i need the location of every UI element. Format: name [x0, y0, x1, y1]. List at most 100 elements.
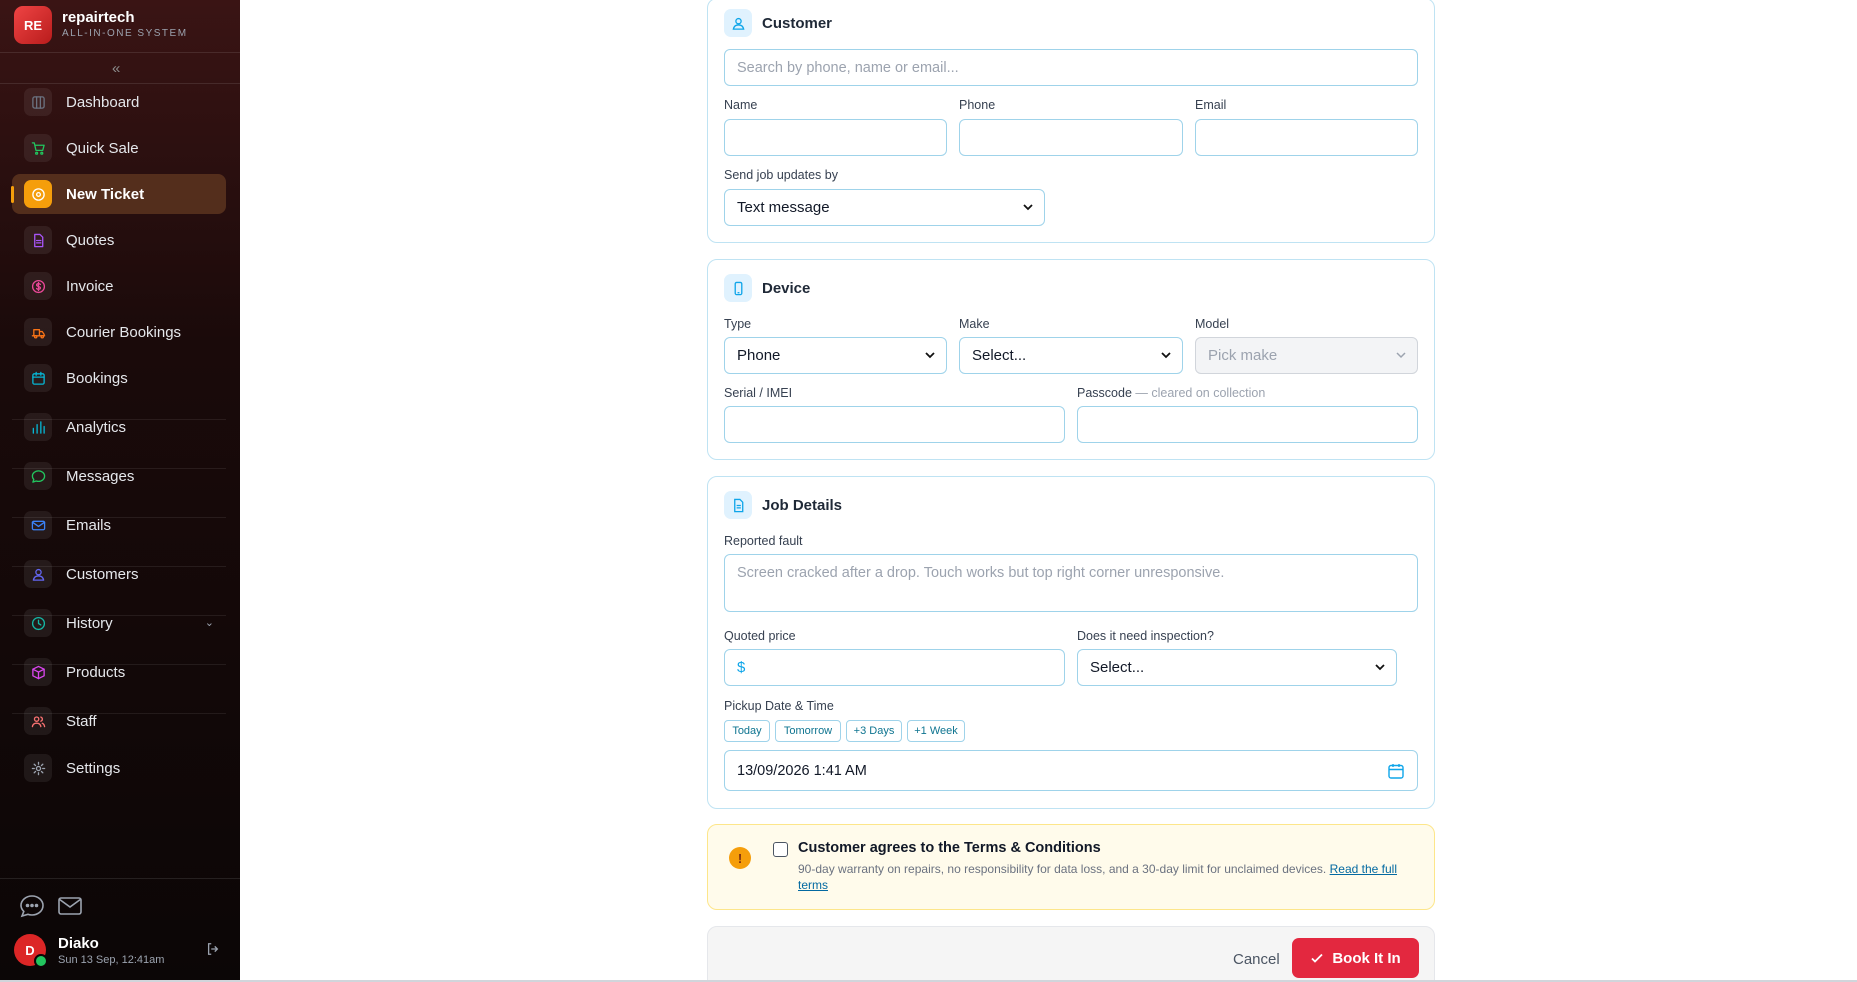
- make-select[interactable]: Select...: [959, 337, 1183, 374]
- dollar-icon: [24, 272, 52, 300]
- user-datetime: Sun 13 Sep, 12:41am: [58, 953, 165, 966]
- sidebar-item-settings[interactable]: Settings: [12, 748, 226, 788]
- warning-icon: !: [729, 847, 751, 869]
- passcode-hint: — cleared on collection: [1135, 386, 1266, 400]
- sidebar-item-label: Invoice: [66, 277, 114, 295]
- users-icon: [24, 707, 52, 735]
- device-card: Device Type Make Model Phone Select... P…: [707, 259, 1435, 460]
- bar-chart-icon: [24, 413, 52, 441]
- terms-card: ! Customer agrees to the Terms & Conditi…: [707, 824, 1435, 910]
- phone-icon: [724, 274, 752, 302]
- customer-card: Customer Search by phone, name or email.…: [707, 0, 1435, 243]
- sidebar-item-courier-bookings[interactable]: Courier Bookings: [12, 312, 226, 352]
- sidebar-item-emails[interactable]: Emails: [12, 505, 226, 545]
- divider: [0, 878, 240, 879]
- sidebar-item-label: Customers: [66, 565, 139, 583]
- inspection-select[interactable]: Select...: [1077, 649, 1397, 686]
- chevron-down-icon: [925, 352, 935, 359]
- serial-label: Serial / IMEI: [724, 386, 793, 400]
- sidebar-item-label: Staff: [66, 712, 97, 730]
- card-title: Customer: [762, 14, 833, 32]
- logout-icon[interactable]: [206, 942, 220, 956]
- sidebar-item-new-ticket[interactable]: New Ticket: [11, 174, 226, 214]
- terms-title: Customer agrees to the Terms & Condition…: [798, 840, 1101, 856]
- chevron-down-icon[interactable]: ⌄: [205, 616, 214, 629]
- user-profile[interactable]: D Diako Sun 13 Sep, 12:41am: [14, 934, 220, 968]
- user-icon: [724, 9, 752, 37]
- phone-field[interactable]: [959, 119, 1183, 156]
- sidebar-item-quotes[interactable]: Quotes: [12, 220, 226, 260]
- sidebar-item-analytics[interactable]: Analytics: [12, 407, 226, 447]
- sidebar-item-history[interactable]: History ⌄: [12, 603, 226, 643]
- serial-field[interactable]: [724, 406, 1065, 443]
- quick-pick-tomorrow[interactable]: Tomorrow: [775, 720, 841, 742]
- sidebar-item-invoice[interactable]: Invoice: [12, 266, 226, 306]
- mail-icon[interactable]: [56, 892, 84, 920]
- card-title: Job Details: [762, 496, 843, 514]
- cancel-button[interactable]: Cancel: [1233, 951, 1280, 968]
- chat-icon[interactable]: [18, 892, 46, 920]
- terms-body: 90-day warranty on repairs, no responsib…: [798, 862, 1397, 892]
- updates-label: Send job updates by: [724, 168, 838, 182]
- quick-pick-3-days[interactable]: +3 Days: [846, 720, 902, 742]
- pickup-datetime-field[interactable]: 13/09/2026 1:41 AM: [724, 750, 1418, 791]
- phone-label: Phone: [959, 98, 996, 112]
- fault-textarea[interactable]: Screen cracked after a drop. Touch works…: [724, 554, 1418, 612]
- model-select[interactable]: Pick make: [1195, 337, 1418, 374]
- gear-icon: [24, 754, 52, 782]
- check-icon: [1311, 953, 1323, 963]
- passcode-label: Passcode — cleared on collection: [1077, 386, 1266, 400]
- divider: [0, 52, 240, 53]
- name-label: Name: [724, 98, 758, 112]
- sidebar: RE repairtech ALL-IN-ONE SYSTEM « Dashbo…: [0, 0, 240, 982]
- sidebar-item-customers[interactable]: Customers: [12, 554, 226, 594]
- sidebar-item-quick-sale[interactable]: Quick Sale: [12, 128, 226, 168]
- updates-select[interactable]: Text message: [724, 189, 1045, 226]
- sidebar-item-label: Bookings: [66, 369, 128, 387]
- truck-icon: [24, 318, 52, 346]
- brand-subtitle: ALL-IN-ONE SYSTEM: [62, 28, 188, 39]
- sidebar-item-label: Courier Bookings: [66, 323, 182, 341]
- price-field[interactable]: $: [724, 649, 1065, 686]
- sidebar-item-products[interactable]: Products: [12, 652, 226, 692]
- chevron-down-icon: [1023, 204, 1033, 211]
- sidebar-item-label: Products: [66, 663, 126, 681]
- fault-label: Reported fault: [724, 534, 803, 548]
- quick-pick-today[interactable]: Today: [724, 720, 770, 742]
- brand[interactable]: RE repairtech ALL-IN-ONE SYSTEM: [14, 6, 188, 44]
- name-field[interactable]: [724, 119, 947, 156]
- pickup-datetime-value: 13/09/2026 1:41 AM: [737, 762, 867, 779]
- ticket-icon: [24, 180, 52, 208]
- inspection-label: Does it need inspection?: [1077, 629, 1214, 643]
- inspection-value: Select...: [1090, 659, 1145, 676]
- type-value: Phone: [737, 347, 781, 364]
- sidebar-item-dashboard[interactable]: Dashboard: [12, 82, 226, 122]
- type-select[interactable]: Phone: [724, 337, 947, 374]
- brand-logo: RE: [14, 6, 52, 44]
- passcode-field[interactable]: [1077, 406, 1418, 443]
- email-field[interactable]: [1195, 119, 1418, 156]
- quick-pick-1-week[interactable]: +1 Week: [907, 720, 965, 742]
- make-value: Select...: [972, 347, 1027, 364]
- customer-search-input[interactable]: Search by phone, name or email...: [724, 49, 1418, 86]
- model-value: Pick make: [1208, 347, 1278, 364]
- form-actions: Cancel Book It In: [707, 926, 1435, 982]
- sidebar-item-label: Analytics: [66, 418, 127, 436]
- mail-icon: [24, 511, 52, 539]
- terms-checkbox[interactable]: [773, 842, 788, 857]
- box-icon: [24, 658, 52, 686]
- sidebar-item-label: Quotes: [66, 231, 115, 249]
- chevron-down-icon: [1375, 664, 1385, 671]
- chevron-down-icon: [1161, 352, 1171, 359]
- avatar: D: [14, 934, 48, 968]
- book-it-in-button[interactable]: Book It In: [1292, 938, 1419, 978]
- document-icon: [24, 226, 52, 254]
- calendar-icon[interactable]: [1387, 762, 1405, 780]
- sidebar-item-staff[interactable]: Staff: [12, 701, 226, 741]
- cart-icon: [24, 134, 52, 162]
- book-label: Book It In: [1332, 949, 1401, 967]
- sidebar-item-label: Emails: [66, 516, 112, 534]
- collapse-sidebar-icon[interactable]: «: [112, 60, 120, 77]
- sidebar-item-messages[interactable]: Messages: [12, 456, 226, 496]
- sidebar-item-bookings[interactable]: Bookings: [12, 358, 226, 398]
